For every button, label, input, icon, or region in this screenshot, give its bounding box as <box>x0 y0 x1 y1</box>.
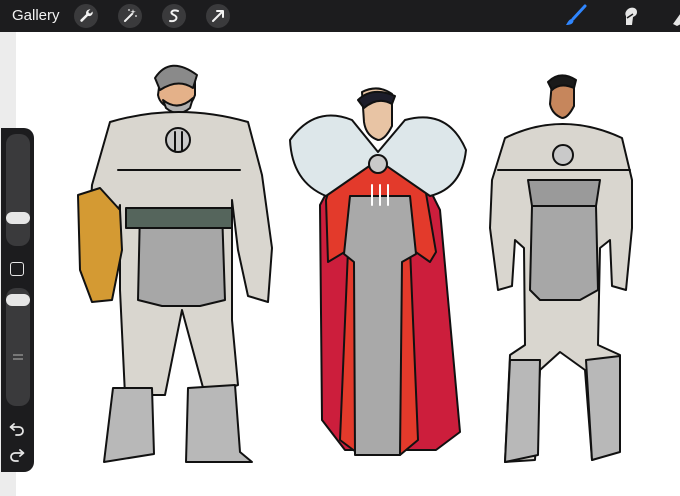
character-armored-soldier <box>489 74 633 463</box>
adjustments-button[interactable] <box>118 4 142 28</box>
smudge-tool[interactable] <box>616 4 642 28</box>
character-older-armored-man <box>77 64 273 463</box>
transform-button[interactable] <box>206 4 230 28</box>
top-toolbar: Gallery <box>0 0 680 32</box>
selection-button[interactable] <box>162 4 186 28</box>
eraser-icon <box>673 14 680 26</box>
brush-icon <box>566 4 587 25</box>
drawing-canvas[interactable] <box>16 32 680 496</box>
magic-wand-icon <box>124 9 137 22</box>
gallery-button[interactable]: Gallery <box>12 7 60 24</box>
wrench-icon <box>80 9 93 22</box>
selection-icon <box>169 9 179 23</box>
eraser-tool[interactable] <box>664 4 680 28</box>
brush-tool[interactable] <box>563 4 589 28</box>
actions-button[interactable] <box>74 4 98 28</box>
smudge-icon <box>625 7 637 25</box>
character-caped-noble <box>289 87 467 456</box>
transform-arrow-icon <box>212 10 224 22</box>
